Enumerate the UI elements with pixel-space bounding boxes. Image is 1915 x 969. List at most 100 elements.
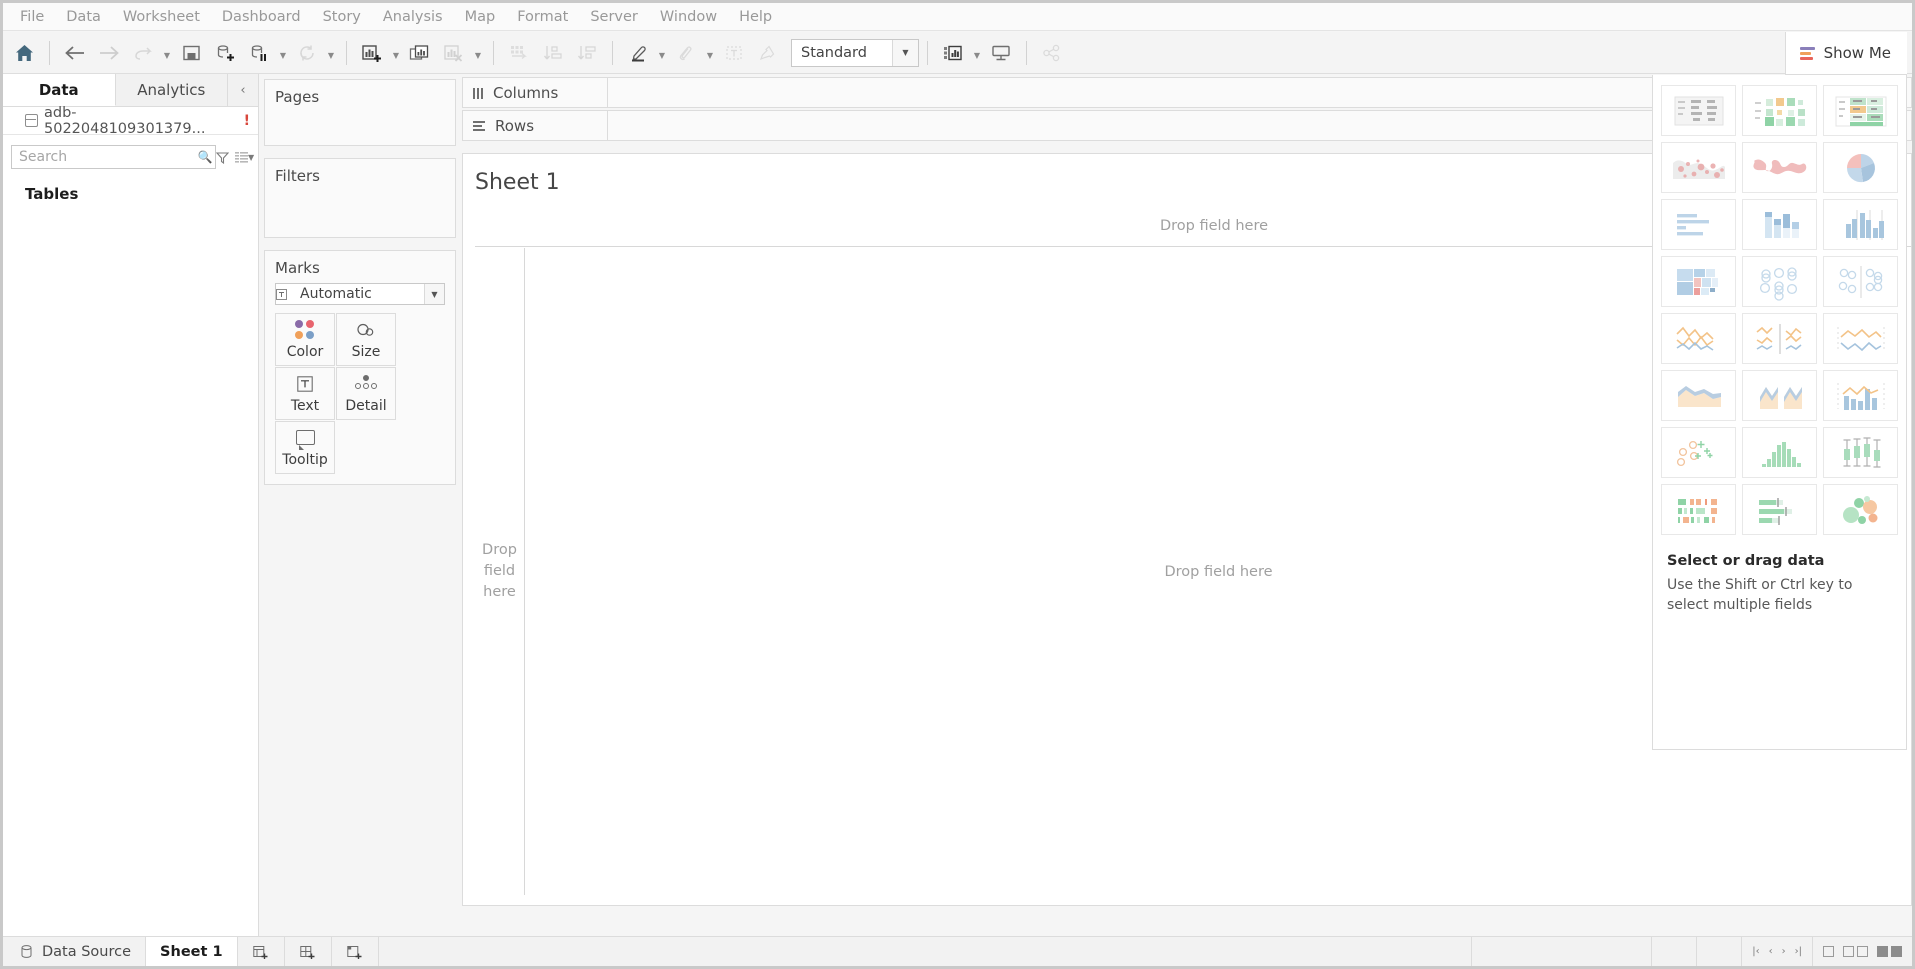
new-story-tab-button[interactable] xyxy=(332,937,379,966)
show-me-symbol-map[interactable] xyxy=(1661,142,1736,193)
marks-color-button[interactable]: Color xyxy=(275,313,335,366)
sort-descending-icon[interactable] xyxy=(570,36,604,70)
menu-item-help[interactable]: Help xyxy=(728,6,783,28)
show-me-side-by-side-bars[interactable] xyxy=(1823,199,1898,250)
tab-data-source[interactable]: Data Source xyxy=(3,937,146,966)
menu-item-map[interactable]: Map xyxy=(454,6,507,28)
list-view-icon[interactable] xyxy=(235,145,248,169)
nav-first-button[interactable]: |‹ xyxy=(1752,946,1759,957)
sheet-sorter-icon[interactable] xyxy=(1877,946,1902,957)
marks-detail-button[interactable]: Detail xyxy=(336,367,396,420)
search-icon[interactable]: 🔍 xyxy=(195,150,215,164)
save-icon[interactable] xyxy=(174,36,208,70)
tab-sheet-1[interactable]: Sheet 1 xyxy=(146,937,238,966)
nav-next-button[interactable]: › xyxy=(1782,946,1786,957)
filmstrip-icon[interactable] xyxy=(1843,946,1868,957)
swap-rows-columns-icon[interactable] xyxy=(502,36,536,70)
show-me-side-by-side-circles[interactable] xyxy=(1823,256,1898,307)
search-input[interactable] xyxy=(12,146,195,168)
pause-auto-updates-icon[interactable] xyxy=(242,36,276,70)
pause-dropdown-caret[interactable]: ▼ xyxy=(276,37,290,69)
show-me-gantt[interactable] xyxy=(1661,484,1736,535)
marks-text-button[interactable]: Text xyxy=(275,367,335,420)
menu-item-format[interactable]: Format xyxy=(506,6,579,28)
home-icon[interactable] xyxy=(7,36,41,70)
menu-item-analysis[interactable]: Analysis xyxy=(372,6,454,28)
show-me-dual-lines[interactable] xyxy=(1823,313,1898,364)
forward-arrow-icon[interactable] xyxy=(92,36,126,70)
drop-zone-left[interactable]: Drop field here xyxy=(475,248,525,895)
text-box-icon[interactable] xyxy=(717,36,751,70)
show-me-lines-discrete[interactable] xyxy=(1742,313,1817,364)
show-me-text-table[interactable] xyxy=(1661,85,1736,136)
show-me-button[interactable]: Show Me xyxy=(1785,32,1907,75)
data-source-warning-icon[interactable]: ! xyxy=(244,113,250,129)
show-me-area-continuous[interactable] xyxy=(1661,370,1736,421)
refresh-dropdown-caret[interactable]: ▼ xyxy=(324,37,338,69)
fit-select-caret[interactable]: ▼ xyxy=(892,40,918,66)
group-dropdown-caret[interactable]: ▼ xyxy=(703,37,717,69)
show-me-box-and-whisker[interactable] xyxy=(1823,427,1898,478)
show-me-treemap[interactable] xyxy=(1661,256,1736,307)
show-me-area-discrete[interactable] xyxy=(1742,370,1817,421)
pages-card[interactable]: Pages xyxy=(264,79,456,146)
highlighter-dropdown-caret[interactable]: ▼ xyxy=(655,37,669,69)
new-worksheet-dropdown-caret[interactable]: ▼ xyxy=(389,37,403,69)
menu-item-data[interactable]: Data xyxy=(55,6,112,28)
show-me-pie-chart[interactable] xyxy=(1823,142,1898,193)
new-worksheet-tab-button[interactable] xyxy=(238,937,285,966)
menu-item-server[interactable]: Server xyxy=(579,6,649,28)
menu-item-story[interactable]: Story xyxy=(312,6,372,28)
refresh-icon[interactable] xyxy=(290,36,324,70)
mark-type-select[interactable]: Automatic ▼ xyxy=(275,283,445,305)
nav-prev-button[interactable]: ‹ xyxy=(1769,946,1773,957)
collapse-pane-icon[interactable]: ‹ xyxy=(228,74,258,106)
group-members-icon[interactable] xyxy=(669,36,703,70)
show-me-packed-bubbles[interactable] xyxy=(1823,484,1898,535)
data-source-item[interactable]: adb-5022048109301379... ! xyxy=(3,107,258,135)
mark-type-caret[interactable]: ▼ xyxy=(424,284,444,304)
show-me-scatter-plot[interactable] xyxy=(1661,427,1736,478)
show-me-highlight-table[interactable] xyxy=(1823,85,1898,136)
list-view-dropdown-caret[interactable]: ▼ xyxy=(248,145,254,169)
show-me-circle-views[interactable] xyxy=(1742,256,1817,307)
presentation-mode-icon[interactable] xyxy=(984,36,1018,70)
redo-dropdown-caret[interactable]: ▼ xyxy=(160,37,174,69)
show-tabs-icon[interactable] xyxy=(1823,946,1834,957)
show-hide-cards-caret[interactable]: ▼ xyxy=(970,37,984,69)
show-me-horizontal-bars[interactable] xyxy=(1661,199,1736,250)
filters-card[interactable]: Filters xyxy=(264,158,456,238)
fit-select[interactable]: Standard ▼ xyxy=(791,39,919,67)
show-me-lines-continuous[interactable] xyxy=(1661,313,1736,364)
back-arrow-icon[interactable] xyxy=(58,36,92,70)
marks-size-button[interactable]: Size xyxy=(336,313,396,366)
menu-item-file[interactable]: File xyxy=(9,6,55,28)
share-icon[interactable] xyxy=(1035,36,1069,70)
redo-loop-icon[interactable] xyxy=(126,36,160,70)
search-input-wrap[interactable]: 🔍 xyxy=(11,145,216,169)
clear-sheet-icon[interactable] xyxy=(437,36,471,70)
duplicate-sheet-icon[interactable] xyxy=(403,36,437,70)
show-hide-cards-icon[interactable] xyxy=(936,36,970,70)
sort-ascending-icon[interactable] xyxy=(536,36,570,70)
show-me-heat-map[interactable] xyxy=(1742,85,1817,136)
show-me-histogram[interactable] xyxy=(1742,427,1817,478)
fix-axes-icon[interactable] xyxy=(751,36,785,70)
show-me-stacked-bars[interactable] xyxy=(1742,199,1817,250)
marks-tooltip-button[interactable]: Tooltip xyxy=(275,421,335,474)
show-me-filled-map[interactable] xyxy=(1742,142,1817,193)
menu-item-worksheet[interactable]: Worksheet xyxy=(112,6,211,28)
show-me-dual-combination[interactable] xyxy=(1823,370,1898,421)
new-data-source-icon[interactable] xyxy=(208,36,242,70)
filter-funnel-icon[interactable] xyxy=(216,145,229,169)
menu-item-dashboard[interactable]: Dashboard xyxy=(211,6,312,28)
clear-sheet-dropdown-caret[interactable]: ▼ xyxy=(471,37,485,69)
new-worksheet-icon[interactable] xyxy=(355,36,389,70)
show-me-bullet-graphs[interactable] xyxy=(1742,484,1817,535)
tab-analytics[interactable]: Analytics xyxy=(116,74,229,106)
highlighter-icon[interactable] xyxy=(621,36,655,70)
menu-item-window[interactable]: Window xyxy=(649,6,728,28)
new-dashboard-tab-button[interactable] xyxy=(285,937,332,966)
nav-last-button[interactable]: ›| xyxy=(1795,946,1802,957)
tab-data[interactable]: Data xyxy=(3,74,116,106)
